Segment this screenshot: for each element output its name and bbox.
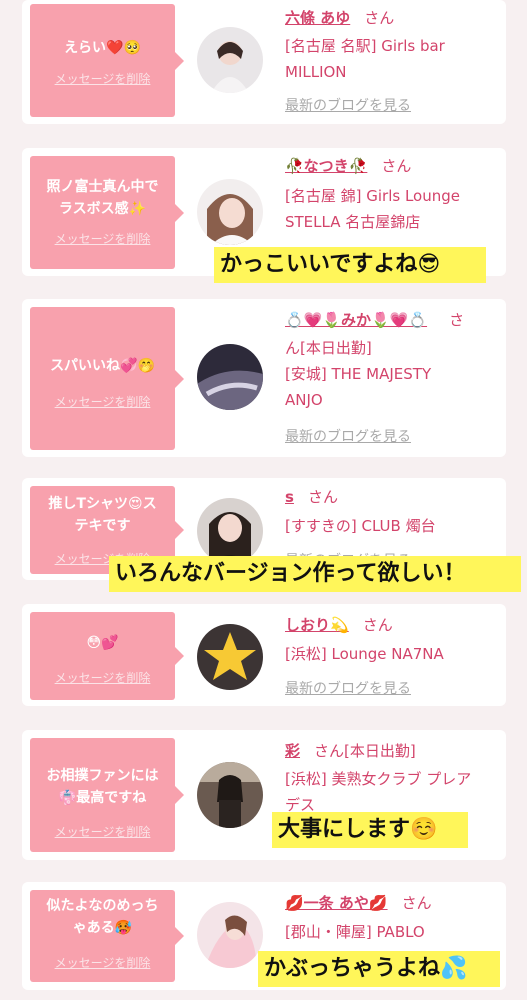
shop-info: [郡山・陣屋] PABLO (285, 919, 497, 945)
shop-info: [名古屋 名駅] Girls bar MILLION (285, 33, 497, 85)
avatar[interactable] (197, 902, 263, 968)
cast-name-link[interactable]: 六條 あゆ (285, 9, 350, 27)
shop-line: [名古屋 錦] Girls Lounge (285, 187, 460, 205)
message-text: 推しTシャツ😍ス テキです (34, 493, 171, 537)
message-bubble: お相撲ファンには 👘最高ですね メッセージを削除 (30, 738, 184, 852)
honorific: さん (307, 488, 338, 506)
cast-name-link[interactable]: s (285, 488, 294, 506)
message-line: 似たよなのめっち (46, 898, 159, 914)
avatar[interactable] (197, 27, 263, 93)
message-line: テキです (74, 518, 131, 534)
shop-line: MILLION (285, 63, 347, 81)
message-text: 照ノ富士真ん中で ラスボス感✨ (34, 176, 171, 220)
cast-name-line: しおり💫 さん (285, 612, 497, 638)
cast-name-link[interactable]: 💋一条 あや💋 (285, 894, 388, 912)
delete-message-link[interactable]: メッセージを削除 (30, 393, 175, 410)
honorific: さ (449, 311, 465, 329)
caption-overlay: 大事にします☺️ (272, 812, 468, 848)
shop-info: [浜松] 美熟女クラブ プレア デス (285, 766, 497, 818)
message-line: 推しTシャツ😍ス (48, 496, 157, 512)
message-bubble: 😳💕 メッセージを削除 (30, 612, 184, 700)
cast-name-line: s さん (285, 484, 497, 510)
message-text: お相撲ファンには 👘最高ですね (34, 765, 171, 809)
message-line: お相撲ファンには (46, 768, 159, 784)
honorific: さん (401, 894, 432, 912)
message-bubble: えらい❤️🥺 メッセージを削除 (30, 4, 184, 117)
honorific: さん (314, 742, 345, 760)
delete-message-link[interactable]: メッセージを削除 (30, 954, 175, 971)
message-line: ラスボス感✨ (58, 201, 147, 217)
shop-line: [安城] THE MAJESTY (285, 365, 432, 383)
message-bubble: 似たよなのめっち ゃある🥵 メッセージを削除 (30, 890, 184, 982)
caption-overlay: いろんなバージョン作って欲しい！ (109, 556, 521, 592)
shop-info: [すすきの] CLUB 燭台 (285, 513, 497, 539)
honorific: さん (362, 616, 393, 634)
cast-name-line: 六條 あゆ さん (285, 5, 497, 31)
shop-line: [すすきの] CLUB 燭台 (285, 517, 436, 535)
delete-message-link[interactable]: メッセージを削除 (30, 230, 175, 247)
shop-line: [郡山・陣屋] PABLO (285, 923, 425, 941)
message-card: スパいいね💞🤭 メッセージを削除 💍💗🌷みか🌷💗💍 さ ん[本日出勤] [安城] … (22, 299, 506, 457)
message-text: スパいいね💞🤭 (50, 358, 155, 374)
message-bubble: 照ノ富士真ん中で ラスボス感✨ メッセージを削除 (30, 156, 184, 269)
avatar[interactable] (197, 344, 263, 410)
avatar[interactable] (197, 762, 263, 828)
latest-blog-link[interactable]: 最新のブログを見る (285, 95, 411, 115)
message-text: 似たよなのめっち ゃある🥵 (34, 895, 171, 939)
shop-info: [名古屋 錦] Girls Lounge STELLA 名古屋錦店 (285, 183, 497, 235)
delete-message-link[interactable]: メッセージを削除 (30, 70, 175, 87)
shop-line: STELLA 名古屋錦店 (285, 213, 421, 231)
shop-line: [浜松] Lounge NA7NA (285, 645, 444, 663)
honorific: さん (381, 157, 412, 175)
cast-name-link[interactable]: しおり💫 (285, 616, 349, 634)
cast-name-line: 彩さん[本日出勤] (285, 738, 497, 764)
cast-name-link[interactable]: 🥀なつき🥀 (285, 157, 367, 175)
avatar[interactable] (197, 498, 263, 564)
message-card: えらい❤️🥺 メッセージを削除 六條 あゆ さん [名古屋 名駅] Girls b… (22, 0, 506, 124)
message-line: 👘最高ですね (58, 790, 147, 806)
avatar[interactable] (197, 179, 263, 245)
shop-line: [浜松] 美熟女クラブ プレア (285, 770, 472, 788)
message-text: 😳💕 (86, 635, 119, 651)
shop-info: ん[本日出勤] [安城] THE MAJESTY ANJO (285, 335, 497, 413)
caption-overlay: かぶっちゃうよね💦 (258, 951, 500, 987)
cast-name-line: 💋一条 あや💋 さん (285, 890, 497, 916)
message-line: ゃある🥵 (72, 920, 133, 936)
cast-name-line: 🥀なつき🥀 さん (285, 153, 497, 179)
cast-name-link[interactable]: 💍💗🌷みか🌷💗💍 (285, 311, 427, 329)
message-card: 😳💕 メッセージを削除 しおり💫 さん [浜松] Lounge NA7NA 最新の… (22, 604, 506, 706)
shop-line: ANJO (285, 391, 323, 409)
latest-blog-link[interactable]: 最新のブログを見る (285, 426, 411, 446)
message-bubble: スパいいね💞🤭 メッセージを削除 (30, 307, 184, 450)
honorific: さん (364, 9, 395, 27)
cast-name-link[interactable]: 彩 (285, 742, 300, 760)
caption-overlay: かっこいいですよね😎 (214, 247, 486, 283)
status-label: [本日出勤] (344, 742, 416, 760)
latest-blog-link[interactable]: 最新のブログを見る (285, 678, 411, 698)
shop-info: [浜松] Lounge NA7NA (285, 641, 497, 667)
delete-message-link[interactable]: メッセージを削除 (30, 669, 175, 686)
status-label: [本日出勤] (300, 339, 372, 357)
delete-message-link[interactable]: メッセージを削除 (30, 823, 175, 840)
honorific: ん (285, 339, 301, 357)
avatar[interactable] (197, 624, 263, 690)
message-text: えらい❤️🥺 (64, 40, 141, 56)
shop-line: [名古屋 名駅] Girls bar (285, 37, 445, 55)
message-line: 照ノ富士真ん中で (46, 179, 159, 195)
cast-name-line: 💍💗🌷みか🌷💗💍 さ (285, 307, 497, 333)
